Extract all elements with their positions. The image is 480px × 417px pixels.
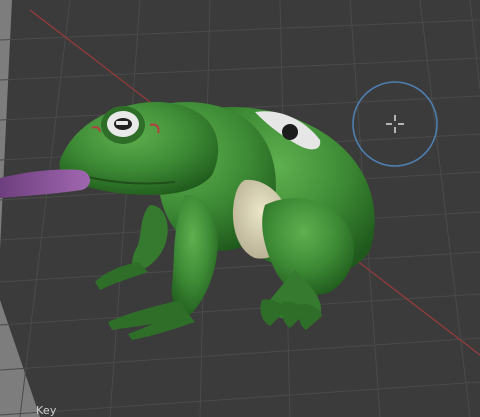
3d-viewport[interactable] — [0, 0, 480, 417]
blender-3d-viewport-window: Key — [0, 0, 480, 417]
viewport-rotate-gizmo-hitarea[interactable] — [353, 82, 437, 166]
status-text: Key — [36, 404, 57, 417]
